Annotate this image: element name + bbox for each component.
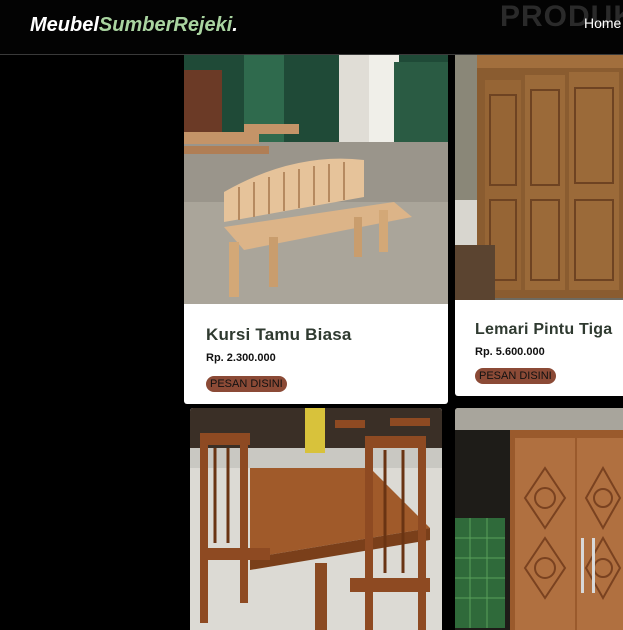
nav-home-link[interactable]: Home — [584, 15, 621, 31]
order-button[interactable]: PESAN DISINI — [475, 368, 556, 384]
product-title[interactable]: Kursi Tamu Biasa — [206, 325, 352, 345]
product-price: Rp. 5.600.000 — [475, 346, 545, 358]
logo-accent: SumberRejeki — [98, 14, 233, 36]
logo-primary: Meubel — [30, 14, 99, 36]
carved-door-photo — [455, 408, 623, 630]
product-card[interactable] — [455, 408, 623, 630]
site-header: MeubelSumberRejeki. PRODUK Home — [0, 0, 623, 55]
product-card[interactable]: Lemari Pintu Tiga Rp. 5.600.000 PESAN DI… — [455, 50, 623, 396]
dining-set-photo — [190, 408, 442, 630]
product-card[interactable]: Kursi Tamu Biasa Rp. 2.300.000 PESAN DIS… — [184, 42, 448, 404]
wooden-bench-photo — [184, 42, 448, 304]
page: MeubelSumberRejeki. PRODUK Home Kursi Ta… — [0, 0, 623, 630]
product-title[interactable]: Lemari Pintu Tiga — [475, 321, 612, 339]
logo-suffix: . — [232, 14, 238, 36]
site-logo[interactable]: MeubelSumberRejeki. — [30, 14, 238, 37]
product-card[interactable] — [190, 408, 442, 630]
wardrobe-photo — [455, 50, 623, 300]
order-button[interactable]: PESAN DISINI — [206, 376, 287, 392]
product-price: Rp. 2.300.000 — [206, 352, 276, 364]
